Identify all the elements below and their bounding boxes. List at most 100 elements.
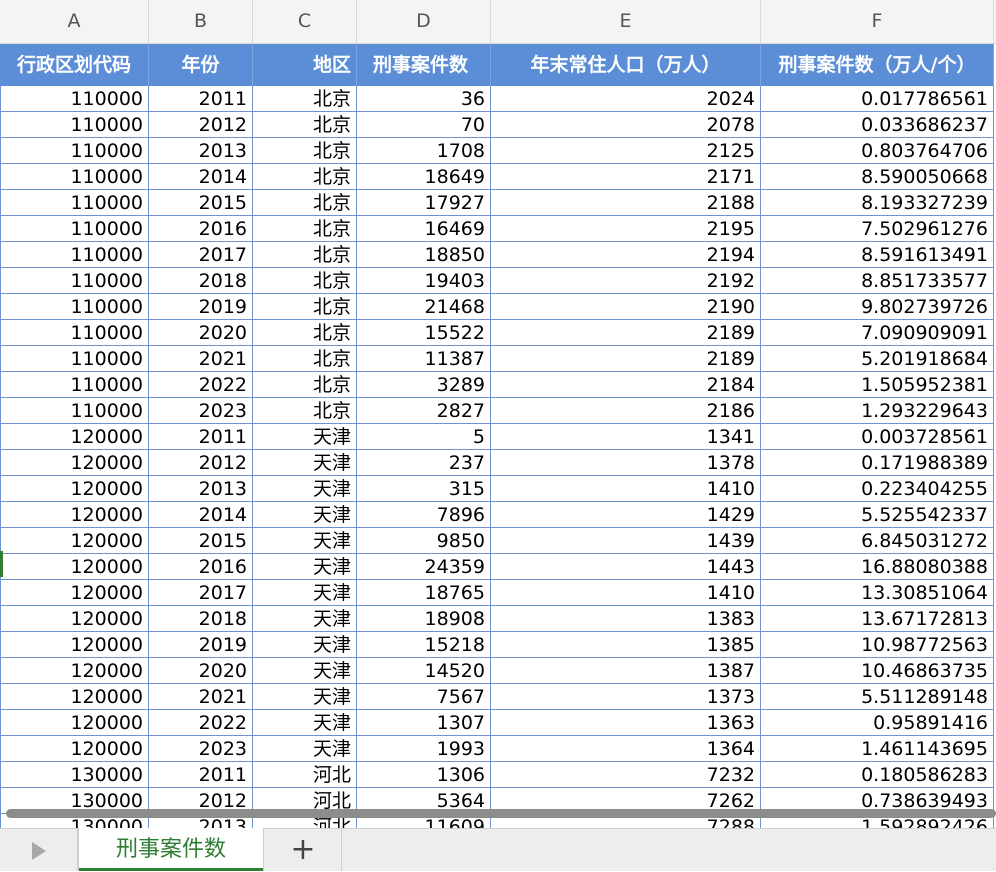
table-cell[interactable]: 2022 bbox=[149, 372, 253, 398]
table-cell[interactable]: 北京 bbox=[253, 190, 357, 216]
table-cell[interactable]: 5.201918684 bbox=[761, 346, 994, 372]
table-cell[interactable]: 2190 bbox=[491, 294, 761, 320]
table-cell[interactable]: 315 bbox=[357, 476, 491, 502]
table-cell[interactable]: 1.505952381 bbox=[761, 372, 994, 398]
table-cell[interactable]: 2827 bbox=[357, 398, 491, 424]
table-row[interactable]: 110000 2022 北京 3289 2184 1.505952381 bbox=[0, 372, 994, 398]
table-cell[interactable]: 1708 bbox=[357, 138, 491, 164]
table-cell[interactable]: 1.293229643 bbox=[761, 398, 994, 424]
table-cell[interactable]: 1.461143695 bbox=[761, 736, 994, 762]
table-row[interactable]: 110000 2021 北京 11387 2189 5.201918684 bbox=[0, 346, 994, 372]
table-cell[interactable]: 8.591613491 bbox=[761, 242, 994, 268]
table-cell[interactable]: 北京 bbox=[253, 372, 357, 398]
table-cell[interactable]: 0.803764706 bbox=[761, 138, 994, 164]
table-cell[interactable]: 0.033686237 bbox=[761, 112, 994, 138]
table-row[interactable]: 120000 2020 天津 14520 1387 10.46863735 bbox=[0, 658, 994, 684]
table-cell[interactable]: 24359 bbox=[357, 554, 491, 580]
table-cell[interactable]: 8.193327239 bbox=[761, 190, 994, 216]
column-header-d[interactable]: D bbox=[357, 0, 491, 43]
table-cell[interactable]: 2011 bbox=[149, 762, 253, 788]
table-cell[interactable]: 2021 bbox=[149, 684, 253, 710]
table-row[interactable]: 110000 2023 北京 2827 2186 1.293229643 bbox=[0, 398, 994, 424]
table-cell[interactable]: 19403 bbox=[357, 268, 491, 294]
table-cell[interactable]: 110000 bbox=[0, 138, 149, 164]
table-cell[interactable]: 11387 bbox=[357, 346, 491, 372]
table-cell[interactable]: 1993 bbox=[357, 736, 491, 762]
table-cell[interactable]: 2192 bbox=[491, 268, 761, 294]
table-cell[interactable]: 2012 bbox=[149, 112, 253, 138]
table-cell[interactable]: 天津 bbox=[253, 476, 357, 502]
table-row[interactable]: 110000 2015 北京 17927 2188 8.193327239 bbox=[0, 190, 994, 216]
table-cell[interactable]: 14520 bbox=[357, 658, 491, 684]
table-cell[interactable]: 天津 bbox=[253, 554, 357, 580]
table-row[interactable]: 110000 2017 北京 18850 2194 8.591613491 bbox=[0, 242, 994, 268]
table-row[interactable]: 110000 2019 北京 21468 2190 9.802739726 bbox=[0, 294, 994, 320]
table-cell[interactable]: 120000 bbox=[0, 580, 149, 606]
table-cell[interactable]: 36 bbox=[357, 86, 491, 112]
table-cell[interactable]: 北京 bbox=[253, 112, 357, 138]
table-cell[interactable]: 北京 bbox=[253, 320, 357, 346]
table-cell[interactable]: 110000 bbox=[0, 112, 149, 138]
table-cell[interactable]: 16.88080388 bbox=[761, 554, 994, 580]
table-cell[interactable]: 15218 bbox=[357, 632, 491, 658]
table-cell[interactable]: 北京 bbox=[253, 216, 357, 242]
table-cell[interactable]: 天津 bbox=[253, 606, 357, 632]
table-cell[interactable]: 10.98772563 bbox=[761, 632, 994, 658]
table-cell[interactable]: 1443 bbox=[491, 554, 761, 580]
table-cell[interactable]: 120000 bbox=[0, 424, 149, 450]
table-cell[interactable]: 120000 bbox=[0, 502, 149, 528]
table-cell[interactable]: 天津 bbox=[253, 658, 357, 684]
table-row[interactable]: 120000 2019 天津 15218 1385 10.98772563 bbox=[0, 632, 994, 658]
table-cell[interactable]: 13.67172813 bbox=[761, 606, 994, 632]
table-cell[interactable]: 1306 bbox=[357, 762, 491, 788]
table-row[interactable]: 110000 2013 北京 1708 2125 0.803764706 bbox=[0, 138, 994, 164]
table-cell[interactable]: 0.180586283 bbox=[761, 762, 994, 788]
sheet-tab-active[interactable]: 刑事案件数 bbox=[78, 828, 264, 871]
table-cell[interactable]: 1429 bbox=[491, 502, 761, 528]
table-cell[interactable]: 天津 bbox=[253, 684, 357, 710]
column-header-c[interactable]: C bbox=[253, 0, 357, 43]
table-cell[interactable]: 北京 bbox=[253, 86, 357, 112]
table-cell[interactable]: 北京 bbox=[253, 138, 357, 164]
sheet-nav-button[interactable] bbox=[0, 829, 78, 871]
table-cell[interactable]: 120000 bbox=[0, 450, 149, 476]
table-cell[interactable]: 2016 bbox=[149, 554, 253, 580]
table-cell[interactable]: 北京 bbox=[253, 164, 357, 190]
table-cell[interactable]: 18850 bbox=[357, 242, 491, 268]
table-row[interactable]: 120000 2014 天津 7896 1429 5.525542337 bbox=[0, 502, 994, 528]
table-cell[interactable]: 2188 bbox=[491, 190, 761, 216]
table-cell[interactable]: 天津 bbox=[253, 502, 357, 528]
table-cell[interactable]: 2011 bbox=[149, 424, 253, 450]
table-row[interactable]: 120000 2012 天津 237 1378 0.171988389 bbox=[0, 450, 994, 476]
table-cell[interactable]: 8.851733577 bbox=[761, 268, 994, 294]
table-cell[interactable]: 16469 bbox=[357, 216, 491, 242]
horizontal-scrollbar[interactable] bbox=[6, 809, 996, 818]
table-cell[interactable]: 2015 bbox=[149, 190, 253, 216]
table-row[interactable]: 110000 2018 北京 19403 2192 8.851733577 bbox=[0, 268, 994, 294]
add-sheet-button[interactable]: + bbox=[265, 829, 342, 871]
header-cell-region[interactable]: 地区 bbox=[253, 44, 357, 86]
table-cell[interactable]: 1383 bbox=[491, 606, 761, 632]
table-cell[interactable]: 120000 bbox=[0, 632, 149, 658]
table-cell[interactable]: 8.590050668 bbox=[761, 164, 994, 190]
table-cell[interactable]: 110000 bbox=[0, 294, 149, 320]
table-cell[interactable]: 9850 bbox=[357, 528, 491, 554]
table-cell[interactable]: 0.223404255 bbox=[761, 476, 994, 502]
header-cell-year[interactable]: 年份 bbox=[149, 44, 253, 86]
table-cell[interactable]: 110000 bbox=[0, 398, 149, 424]
table-cell[interactable]: 237 bbox=[357, 450, 491, 476]
table-cell[interactable]: 2018 bbox=[149, 606, 253, 632]
table-cell[interactable]: 120000 bbox=[0, 710, 149, 736]
table-cell[interactable]: 110000 bbox=[0, 190, 149, 216]
table-cell[interactable]: 1385 bbox=[491, 632, 761, 658]
table-cell[interactable]: 1378 bbox=[491, 450, 761, 476]
table-cell[interactable]: 70 bbox=[357, 112, 491, 138]
table-cell[interactable]: 2012 bbox=[149, 450, 253, 476]
table-cell[interactable]: 2186 bbox=[491, 398, 761, 424]
table-cell[interactable]: 2024 bbox=[491, 86, 761, 112]
table-cell[interactable]: 2195 bbox=[491, 216, 761, 242]
table-row[interactable]: 120000 2016 天津 24359 1443 16.88080388 bbox=[0, 554, 994, 580]
table-cell[interactable]: 北京 bbox=[253, 268, 357, 294]
table-row[interactable]: 110000 2014 北京 18649 2171 8.590050668 bbox=[0, 164, 994, 190]
table-cell[interactable]: 2017 bbox=[149, 242, 253, 268]
